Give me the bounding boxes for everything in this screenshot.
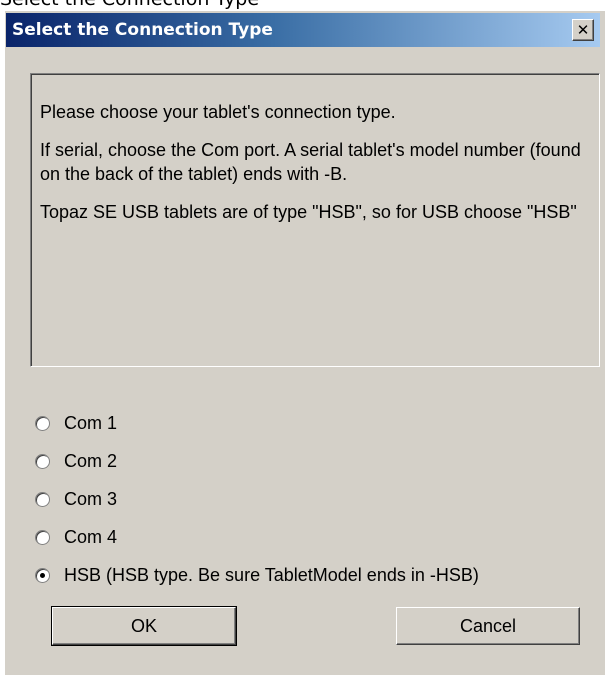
instruction-text-2: If serial, choose the Com port. A serial… xyxy=(40,140,581,184)
close-button[interactable]: ✕ xyxy=(572,19,594,41)
connection-type-dialog: Select the Connection Type ✕ Please choo… xyxy=(4,10,605,675)
radio-label-com4: Com 4 xyxy=(64,526,118,547)
radio-option-com3[interactable]: Com 3 xyxy=(35,480,479,518)
dialog-title: Select the Connection Type xyxy=(12,20,273,40)
instruction-text-1: Please choose your tablet's connection t… xyxy=(40,102,396,122)
radio-option-hsb[interactable]: HSB (HSB type. Be sure TabletModel ends … xyxy=(35,556,479,594)
radio-button-com2[interactable] xyxy=(35,453,50,469)
radio-option-com1[interactable]: Com 1 xyxy=(35,404,479,442)
radio-label-hsb: HSB (HSB type. Be sure TabletModel ends … xyxy=(64,564,479,585)
radio-label-com3: Com 3 xyxy=(64,488,118,509)
cancel-button[interactable]: Cancel xyxy=(396,607,580,645)
radio-button-hsb[interactable] xyxy=(35,567,50,583)
background-window-title: Select the Connection Type xyxy=(0,0,259,10)
radio-label-com2: Com 2 xyxy=(64,450,118,471)
instructions-panel: Please choose your tablet's connection t… xyxy=(30,73,600,367)
radio-button-com1[interactable] xyxy=(35,415,50,431)
connection-type-radio-group: Com 1 Com 2 Com 3 Com 4 HSB (HSB type. B… xyxy=(35,404,479,594)
radio-button-com4[interactable] xyxy=(35,529,50,545)
radio-label-com1: Com 1 xyxy=(64,412,118,433)
radio-option-com2[interactable]: Com 2 xyxy=(35,442,479,480)
instruction-text-3: Topaz SE USB tablets are of type "HSB", … xyxy=(40,202,577,222)
ok-button[interactable]: OK xyxy=(51,606,237,646)
radio-option-com4[interactable]: Com 4 xyxy=(35,518,479,556)
radio-button-com3[interactable] xyxy=(35,491,50,507)
title-bar[interactable]: Select the Connection Type ✕ xyxy=(6,13,600,47)
close-icon: ✕ xyxy=(576,20,590,39)
